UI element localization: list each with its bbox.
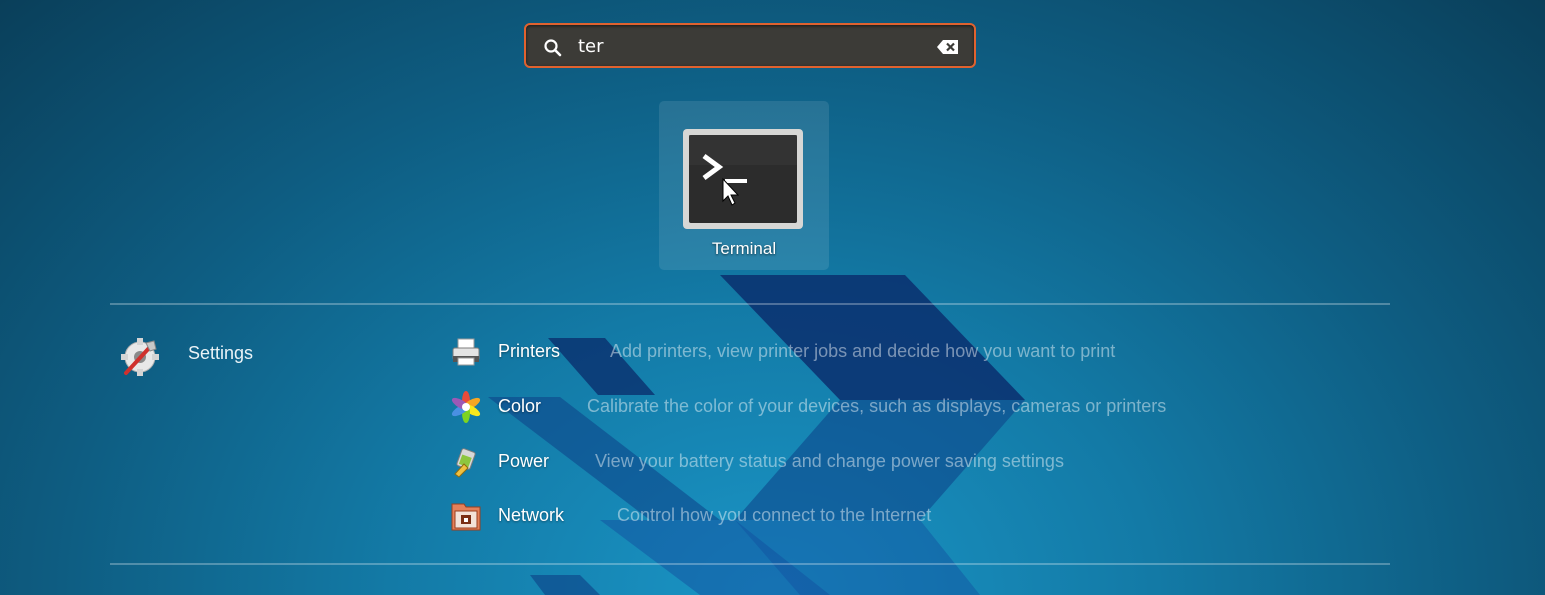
settings-item-color[interactable]: Color Calibrate the color of your device… [446,387,1266,427]
settings-item-label: Power [498,451,550,471]
search-box[interactable] [524,23,976,68]
printer-icon [452,338,480,366]
divider-top [110,303,1390,305]
settings-item-label: Network [498,505,565,525]
search-icon [544,39,562,57]
settings-item-description: Control how you connect to the Internet [617,505,932,525]
app-label-terminal: Terminal [711,239,777,258]
app-result-terminal[interactable]: Terminal [659,101,829,270]
settings-item-label: Printers [498,341,561,361]
search-input[interactable] [578,33,918,59]
color-icon [451,391,481,423]
settings-item-printers[interactable]: Printers Add printers, view printer jobs… [446,332,1266,372]
settings-item-description: Calibrate the color of your devices, suc… [587,396,1167,416]
settings-item-description: View your battery status and change powe… [595,451,1064,471]
settings-item-power[interactable]: Power View your battery status and chang… [446,442,1266,482]
clear-search-icon[interactable] [936,38,960,56]
settings-item-network[interactable]: Network Control how you connect to the I… [446,496,1266,536]
power-icon [454,448,476,478]
settings-item-label: Color [498,396,542,416]
settings-group-label: Settings [188,343,254,363]
network-icon [451,503,481,531]
terminal-icon [683,129,803,229]
settings-item-description: Add printers, view printer jobs and deci… [610,341,1116,361]
settings-icon [121,338,159,376]
divider-bottom [110,563,1390,565]
